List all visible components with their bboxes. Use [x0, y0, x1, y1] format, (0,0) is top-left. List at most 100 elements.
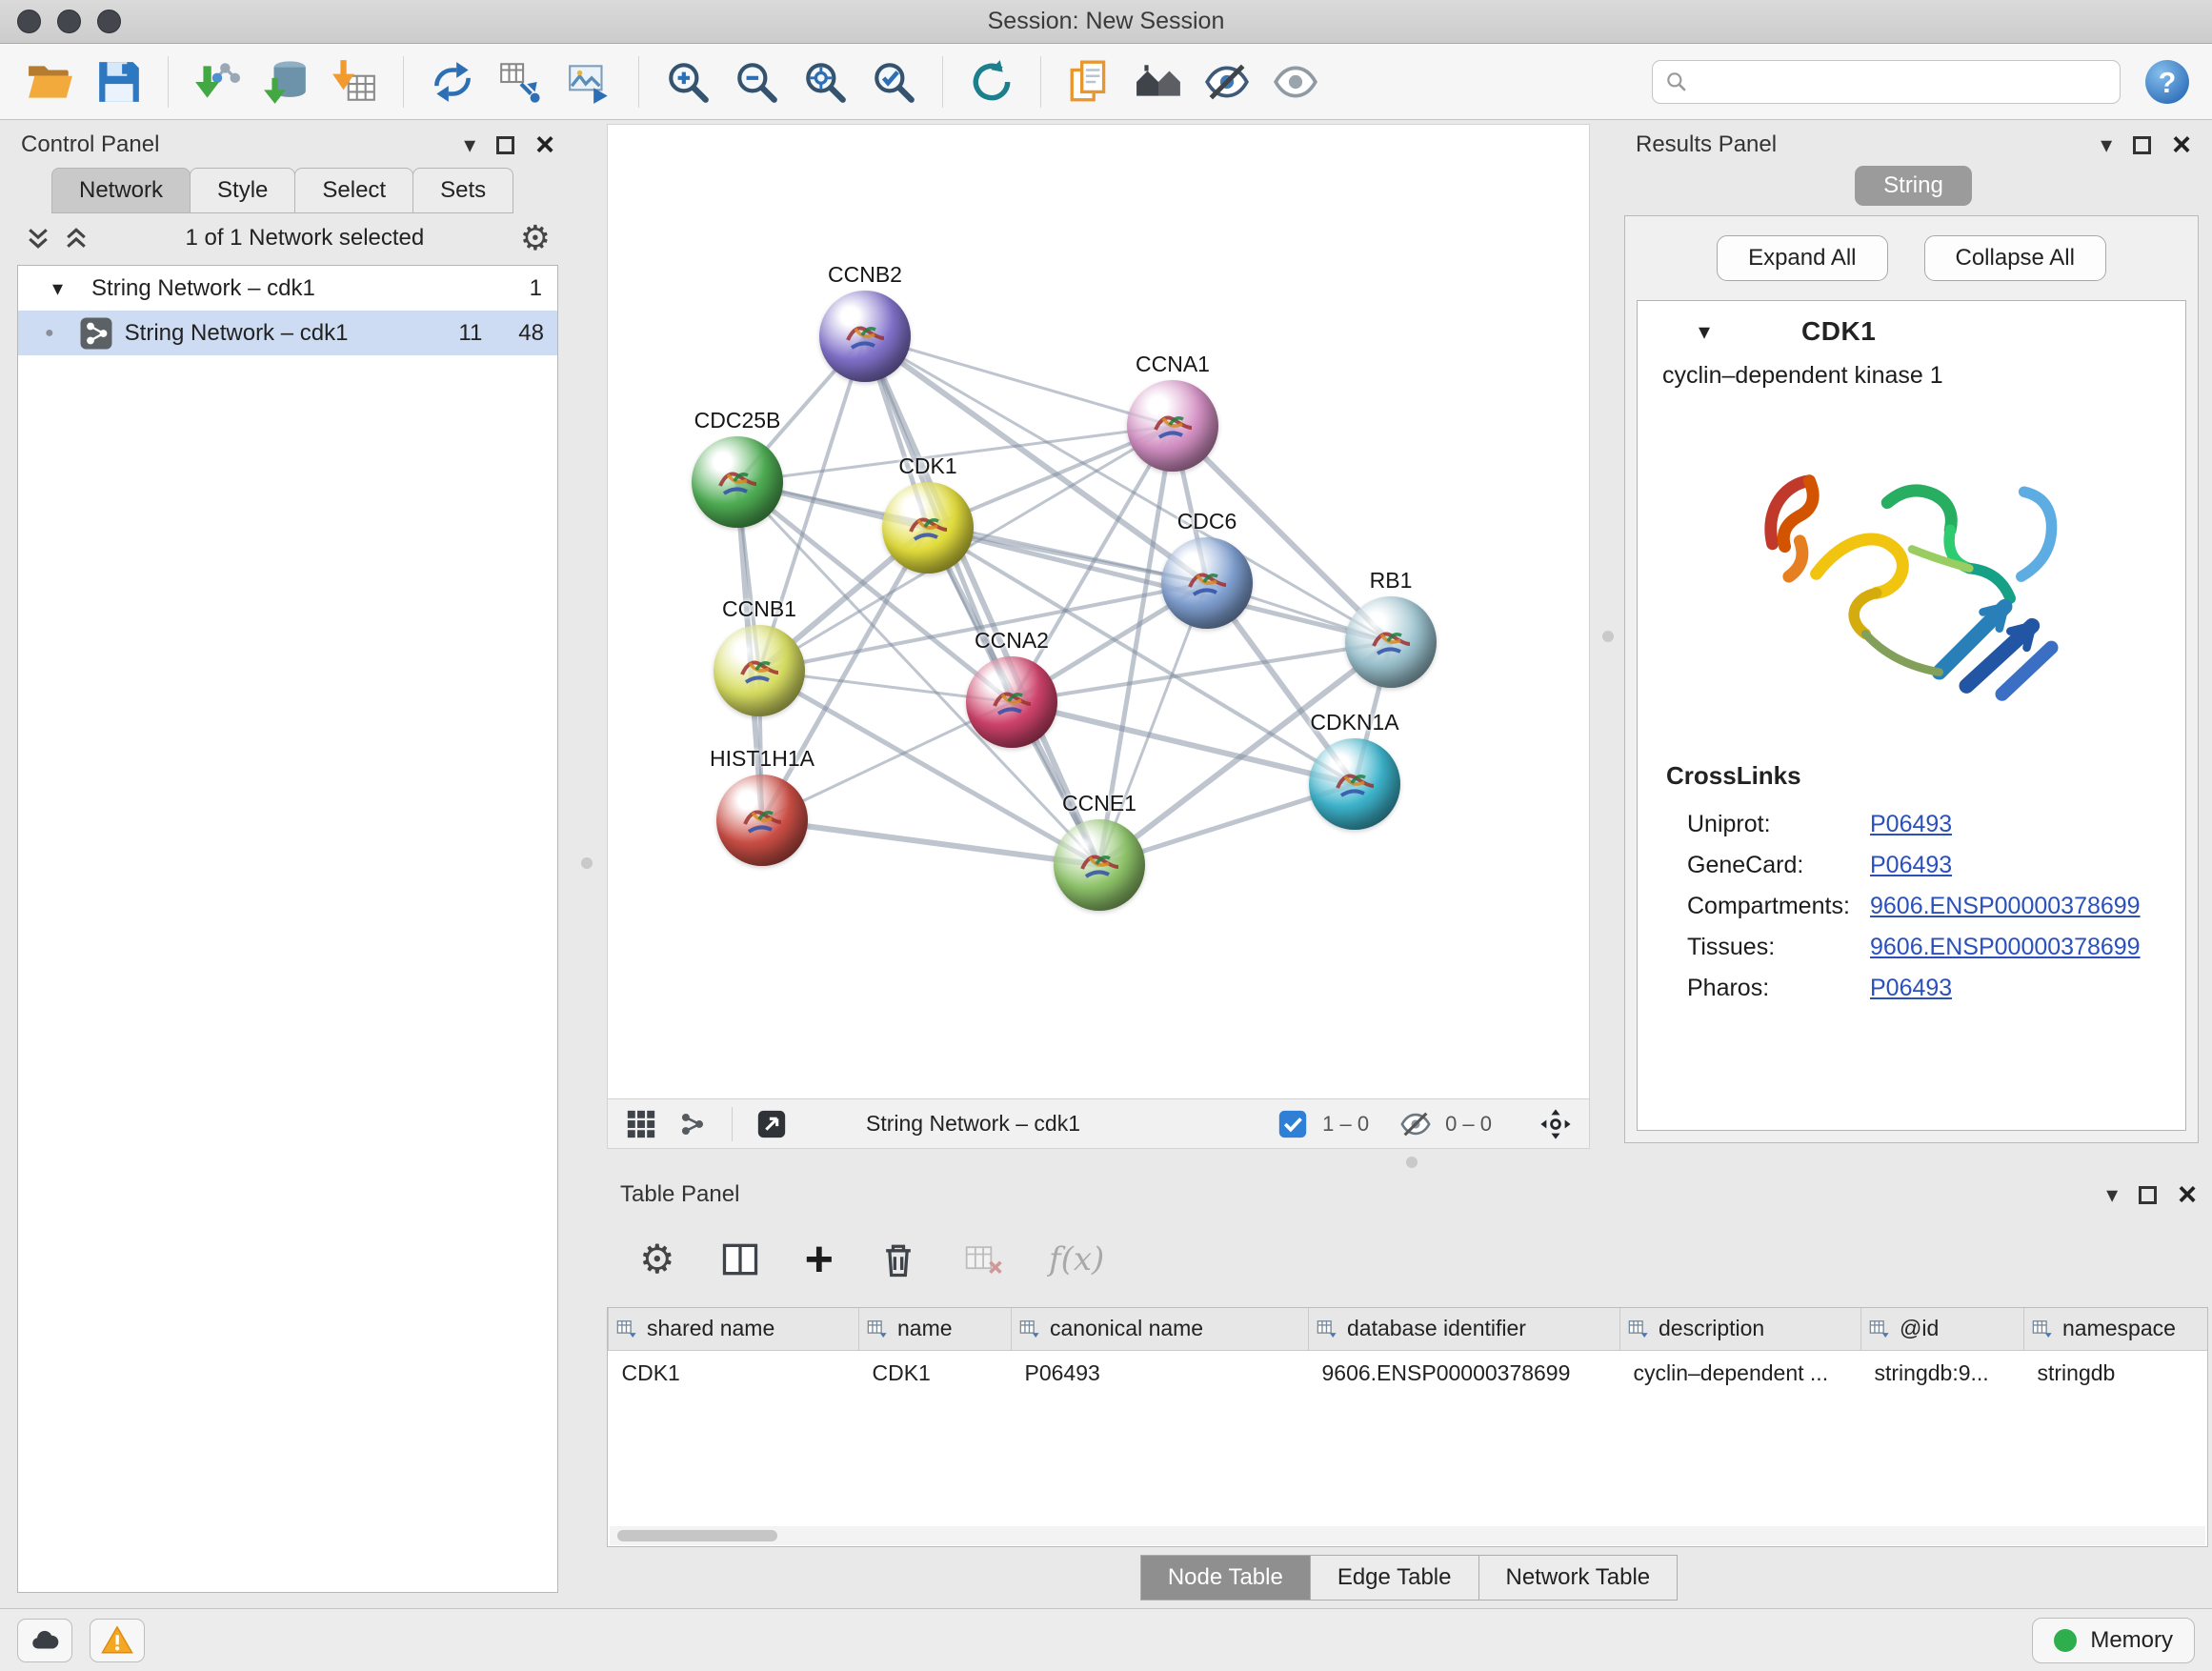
- import-network-file-button[interactable]: [186, 50, 249, 113]
- crosslink-link[interactable]: P06493: [1870, 975, 1952, 1002]
- float-panel-icon[interactable]: [2139, 1186, 2157, 1204]
- show-columns-icon[interactable]: [719, 1238, 761, 1280]
- crosslink-link[interactable]: 9606.ENSP00000378699: [1870, 934, 2141, 961]
- hidden-eye-slash-icon[interactable]: [1398, 1106, 1434, 1142]
- export-image-button[interactable]: [558, 50, 621, 113]
- zoom-selected-button[interactable]: [862, 50, 925, 113]
- panel-menu-icon[interactable]: ▾: [464, 131, 475, 159]
- collapse-all-button[interactable]: Collapse All: [1924, 235, 2106, 281]
- new-network-button[interactable]: [421, 50, 484, 113]
- table-options-gear-icon[interactable]: ⚙: [639, 1239, 675, 1279]
- panel-menu-icon[interactable]: ▾: [2106, 1181, 2118, 1209]
- close-panel-icon[interactable]: ×: [2178, 1185, 2197, 1204]
- search-input[interactable]: [1699, 70, 2108, 94]
- network-node-cdkn1a[interactable]: [1309, 738, 1400, 830]
- network-collection-row[interactable]: ▾ String Network – cdk1 1: [18, 266, 557, 311]
- hide-selected-button[interactable]: [1196, 50, 1258, 113]
- toolbar-search[interactable]: [1652, 60, 2121, 104]
- protein-name: CDK1: [1801, 316, 1876, 347]
- cloud-button[interactable]: [17, 1619, 72, 1662]
- save-session-button[interactable]: [88, 50, 151, 113]
- network-node-ccnb1[interactable]: [714, 625, 805, 716]
- import-network-database-button[interactable]: [254, 50, 317, 113]
- export-view-icon[interactable]: [754, 1106, 790, 1142]
- delete-column-trash-icon[interactable]: [877, 1238, 919, 1280]
- network-from-table-button[interactable]: [490, 50, 553, 113]
- panel-menu-icon[interactable]: ▾: [2101, 131, 2112, 159]
- network-row[interactable]: ● String Network – cdk1 11 48: [18, 311, 557, 355]
- tab-string[interactable]: String: [1855, 166, 1972, 206]
- tab-node-table[interactable]: Node Table: [1140, 1555, 1311, 1601]
- network-tree: ▾ String Network – cdk1 1 ● String Netwo…: [17, 265, 558, 1593]
- column-header-shared-name[interactable]: shared name: [609, 1308, 859, 1350]
- network-node-cdc6[interactable]: [1161, 537, 1253, 629]
- network-edge[interactable]: [865, 336, 1099, 865]
- refresh-layout-button[interactable]: [960, 50, 1023, 113]
- network-node-hist1h1a[interactable]: [716, 775, 808, 866]
- collapse-section-icon[interactable]: ▾: [1699, 318, 1710, 346]
- close-panel-icon[interactable]: ×: [2172, 135, 2191, 154]
- network-options-gear-icon[interactable]: ⚙: [520, 221, 551, 255]
- expand-all-icon[interactable]: [63, 225, 90, 252]
- column-header-canonical-name[interactable]: canonical name: [1012, 1308, 1309, 1350]
- column-header-name[interactable]: name: [859, 1308, 1012, 1350]
- column-header-database-identifier[interactable]: database identifier: [1309, 1308, 1620, 1350]
- minimize-window-button[interactable]: [57, 10, 81, 33]
- column-header-description[interactable]: description: [1620, 1308, 1861, 1350]
- tree-expand-icon[interactable]: ▾: [52, 276, 63, 301]
- document-copy-icon: [1066, 58, 1114, 106]
- float-panel-icon[interactable]: [496, 136, 514, 154]
- protein-card-header[interactable]: ▾ CDK1: [1638, 301, 2185, 356]
- crosslink-link[interactable]: P06493: [1870, 852, 1952, 879]
- open-session-button[interactable]: [19, 50, 82, 113]
- splitter-handle[interactable]: [581, 857, 593, 869]
- tab-network-table[interactable]: Network Table: [1478, 1555, 1679, 1601]
- close-panel-icon[interactable]: ×: [535, 135, 554, 154]
- close-window-button[interactable]: [17, 10, 41, 33]
- annotations-button[interactable]: [1058, 50, 1121, 113]
- zoom-in-button[interactable]: [656, 50, 719, 113]
- neighborhood-button[interactable]: [1127, 50, 1190, 113]
- network-node-ccna1[interactable]: [1127, 380, 1218, 472]
- import-table-button[interactable]: [323, 50, 386, 113]
- collapse-all-icon[interactable]: [25, 225, 51, 252]
- selected-checkbox-icon[interactable]: [1275, 1106, 1311, 1142]
- crosslink-link[interactable]: 9606.ENSP00000378699: [1870, 893, 2141, 920]
- expand-all-button[interactable]: Expand All: [1717, 235, 1887, 281]
- network-node-rb1[interactable]: [1345, 596, 1437, 688]
- tab-edge-table[interactable]: Edge Table: [1310, 1555, 1479, 1601]
- tab-style[interactable]: Style: [190, 168, 295, 213]
- help-button[interactable]: ?: [2142, 56, 2193, 108]
- table-row[interactable]: CDK1 CDK1 P06493 9606.ENSP00000378699 cy…: [609, 1350, 2209, 1394]
- column-header-namespace[interactable]: namespace: [2024, 1308, 2209, 1350]
- zoom-window-button[interactable]: [97, 10, 121, 33]
- birdseye-grid-icon[interactable]: [623, 1106, 659, 1142]
- network-node-cdk1[interactable]: [882, 482, 974, 574]
- share-network-icon[interactable]: [674, 1106, 711, 1142]
- network-node-ccnb2[interactable]: [819, 291, 911, 382]
- add-column-icon[interactable]: +: [805, 1240, 834, 1278]
- control-panel: Control Panel ▾ × Network Style Select S…: [8, 124, 568, 1606]
- splitter-handle[interactable]: [1406, 1157, 1418, 1168]
- network-canvas[interactable]: CCNB2CCNA1CDC25BCDK1CDC6RB1CCNB1CCNA2CDK…: [608, 125, 1589, 1098]
- tab-sets[interactable]: Sets: [412, 168, 513, 213]
- splitter-handle[interactable]: [1602, 631, 1614, 642]
- network-node-ccne1[interactable]: [1054, 819, 1145, 911]
- warnings-button[interactable]: [90, 1619, 145, 1662]
- scrollbar-thumb[interactable]: [617, 1530, 777, 1541]
- float-panel-icon[interactable]: [2133, 136, 2151, 154]
- tab-network[interactable]: Network: [51, 168, 191, 213]
- network-node-cdc25b[interactable]: [692, 436, 783, 528]
- crosslink-link[interactable]: P06493: [1870, 811, 1952, 838]
- network-edge[interactable]: [762, 820, 1099, 865]
- show-all-button[interactable]: [1264, 50, 1327, 113]
- import-table-icon: [331, 58, 378, 106]
- tab-select[interactable]: Select: [294, 168, 413, 213]
- zoom-out-button[interactable]: [725, 50, 788, 113]
- memory-button[interactable]: Memory: [2032, 1618, 2195, 1663]
- horizontal-scrollbar[interactable]: [610, 1526, 2205, 1545]
- network-node-ccna2[interactable]: [966, 656, 1057, 748]
- zoom-fit-button[interactable]: [794, 50, 856, 113]
- column-header-id[interactable]: @id: [1861, 1308, 2024, 1350]
- move-crosshair-icon[interactable]: [1538, 1106, 1574, 1142]
